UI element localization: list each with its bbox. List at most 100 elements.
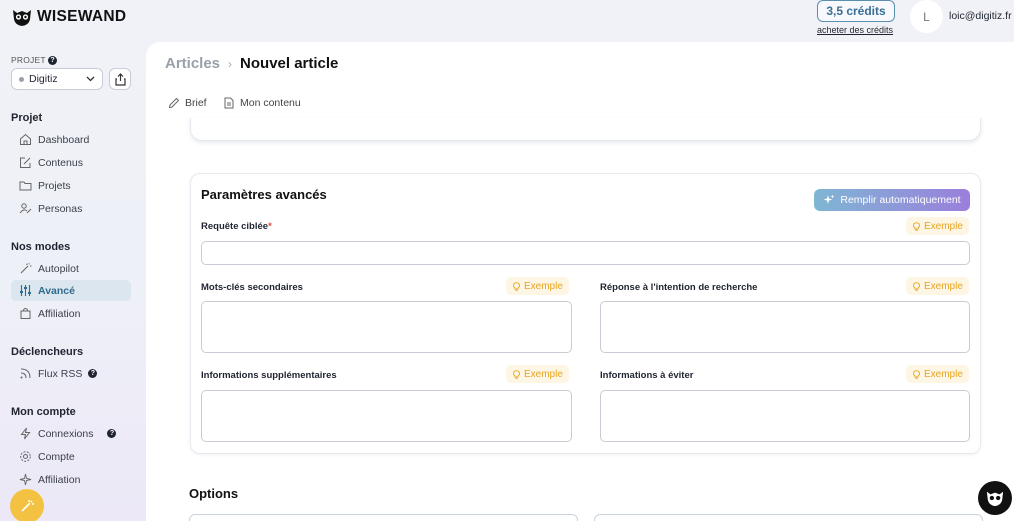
brand-logo[interactable]: WISEWAND — [11, 7, 126, 27]
sparkle-icon — [19, 473, 32, 486]
project-name: Digitiz — [29, 73, 58, 85]
example-label: Exemple — [924, 280, 963, 292]
previous-card — [190, 118, 981, 141]
option-card[interactable] — [189, 514, 578, 521]
section-triggers: Déclencheurs — [11, 346, 84, 358]
tab-label: Mon contenu — [240, 97, 301, 109]
buy-credits-link[interactable]: acheter des crédits — [817, 25, 893, 35]
tab-label: Brief — [185, 97, 207, 109]
gear-icon — [20, 451, 31, 462]
sidebar-item-label: Avancé — [38, 284, 75, 297]
user-email[interactable]: loic@digitiz.fr — [949, 10, 1012, 22]
sliders-icon — [20, 285, 31, 296]
project-label-row: PROJET ? — [11, 55, 58, 66]
project-dot-icon — [19, 76, 24, 82]
example-button[interactable]: Exemple — [506, 277, 569, 295]
section-account: Mon compte — [11, 406, 76, 418]
personas-icon — [19, 203, 32, 214]
chat-assistant-button[interactable] — [978, 481, 1012, 515]
advanced-params-title: Paramètres avancés — [201, 187, 327, 202]
bag-icon — [20, 307, 31, 319]
lightbulb-icon — [513, 369, 520, 379]
rss-icon — [20, 368, 31, 379]
example-button[interactable]: Exemple — [906, 365, 969, 383]
sidebar-item-dashboard[interactable]: Dashboard — [11, 129, 131, 150]
sidebar-item-label: Personas — [38, 202, 83, 215]
sidebar-item-label: Compte — [38, 450, 75, 463]
example-label: Exemple — [924, 220, 963, 232]
avoid-info-label: Informations à éviter — [600, 370, 694, 381]
sidebar-item-label: Flux RSS — [38, 367, 83, 380]
example-button[interactable]: Exemple — [906, 277, 969, 295]
section-modes: Nos modes — [11, 241, 71, 253]
sidebar-item-label: Affiliation — [38, 307, 81, 320]
avatar[interactable]: L — [910, 0, 943, 33]
pencil-icon — [168, 97, 180, 109]
tab-brief[interactable]: Brief — [168, 97, 207, 109]
extra-info-input[interactable] — [201, 390, 572, 442]
sparkle-icon — [823, 194, 835, 204]
breadcrumb: Articles › Nouvel article — [165, 55, 338, 72]
magic-wand-icon — [20, 263, 32, 274]
lightbulb-icon — [513, 281, 520, 291]
project-select[interactable]: Digitiz — [11, 68, 103, 90]
autofill-label: Remplir automatiquement — [840, 194, 961, 206]
option-card[interactable] — [594, 514, 983, 521]
share-button[interactable] — [109, 68, 131, 90]
brand-name: WISEWAND — [37, 8, 127, 25]
target-query-input[interactable] — [201, 241, 970, 265]
folder-icon — [19, 181, 32, 191]
lightning-icon — [20, 427, 31, 440]
sidebar-item-personas[interactable]: Personas — [11, 198, 131, 219]
avoid-info-input[interactable] — [600, 390, 970, 442]
secondary-keywords-label: Mots-clés secondaires — [201, 282, 303, 293]
sidebar-item-connexions[interactable]: Connexions ? — [11, 423, 131, 444]
sidebar-item-label: Affiliation — [38, 473, 81, 486]
sidebar-item-label: Autopilot — [38, 262, 79, 275]
sidebar-item-affiliation[interactable]: Affiliation — [11, 303, 131, 324]
sidebar-item-affiliation-account[interactable]: Affiliation — [11, 469, 131, 490]
lightbulb-icon — [913, 281, 920, 291]
sidebar-item-label: Contenus — [38, 156, 83, 169]
sidebar-item-projets[interactable]: Projets — [11, 175, 131, 196]
owl-logo-icon — [13, 10, 31, 26]
lightbulb-icon — [913, 369, 920, 379]
autofill-button[interactable]: Remplir automatiquement — [814, 189, 970, 211]
sidebar-item-flux-rss[interactable]: Flux RSS ? — [11, 363, 131, 384]
target-query-label: Requête ciblée* — [201, 221, 272, 232]
example-label: Exemple — [524, 280, 563, 292]
example-label: Exemple — [924, 368, 963, 380]
sidebar-item-avance[interactable]: Avancé — [11, 280, 131, 301]
credits-button[interactable]: 3,5 crédits — [817, 0, 895, 22]
search-intent-input[interactable] — [600, 301, 970, 353]
sidebar-item-compte[interactable]: Compte — [11, 446, 131, 467]
sidebar-item-label: Projets — [38, 179, 71, 192]
lightbulb-icon — [913, 221, 920, 231]
chevron-right-icon: › — [228, 56, 233, 71]
magic-wand-icon — [21, 500, 34, 512]
help-icon[interactable]: ? — [48, 56, 58, 66]
example-button[interactable]: Exemple — [506, 365, 569, 383]
help-icon[interactable]: ? — [107, 429, 117, 438]
home-icon — [20, 133, 31, 145]
extra-info-label: Informations supplémentaires — [201, 370, 337, 381]
secondary-keywords-input[interactable] — [201, 301, 572, 353]
help-icon[interactable]: ? — [88, 369, 98, 378]
edit-icon — [20, 157, 31, 168]
sidebar-item-contenus[interactable]: Contenus — [11, 152, 131, 173]
sidebar-item-autopilot[interactable]: Autopilot — [11, 258, 131, 279]
sidebar-item-label: Dashboard — [38, 133, 90, 146]
quick-action-button[interactable] — [10, 489, 44, 521]
search-intent-label: Réponse à l'intention de recherche — [600, 282, 758, 293]
section-projet: Projet — [11, 112, 43, 124]
chevron-down-icon — [86, 76, 95, 82]
example-button[interactable]: Exemple — [906, 217, 969, 235]
breadcrumb-parent[interactable]: Articles — [165, 55, 220, 72]
project-label: PROJET — [11, 55, 46, 65]
owl-icon — [986, 491, 1004, 507]
share-icon — [114, 72, 126, 86]
sidebar-item-label: Connexions — [38, 427, 94, 440]
field-label: Requête ciblée — [201, 221, 269, 232]
document-icon — [224, 97, 234, 109]
tab-mon-contenu[interactable]: Mon contenu — [223, 97, 301, 109]
